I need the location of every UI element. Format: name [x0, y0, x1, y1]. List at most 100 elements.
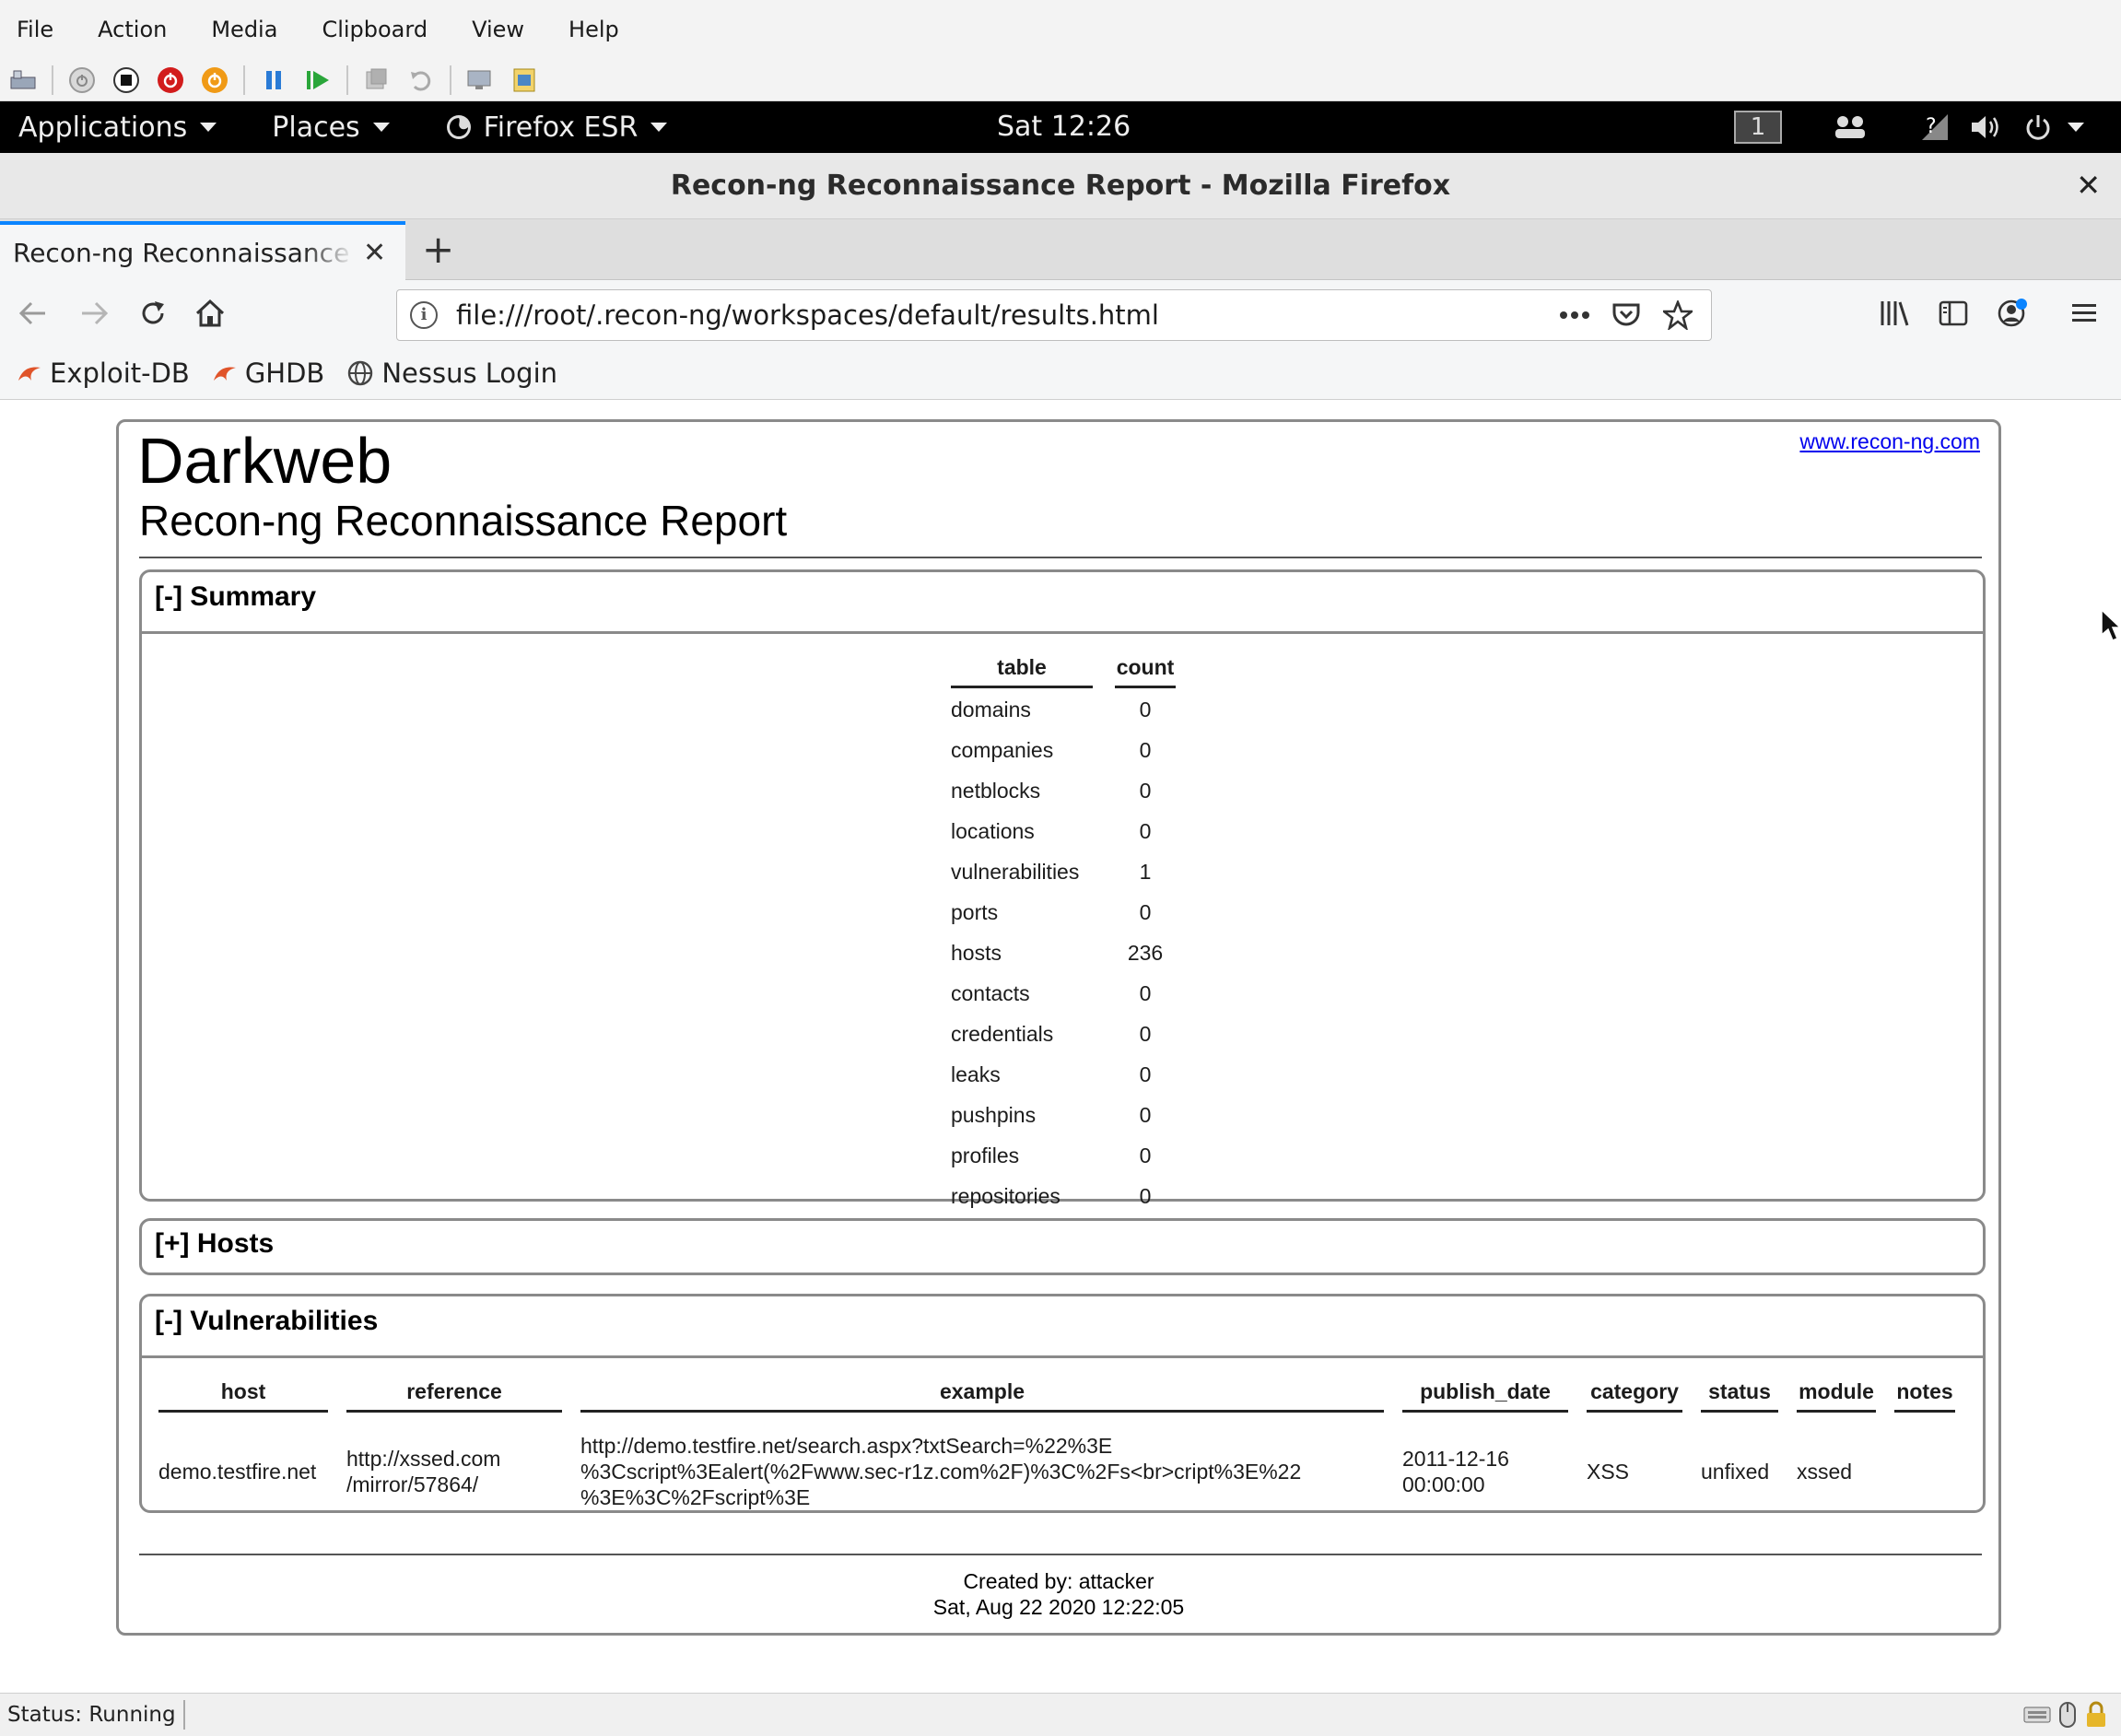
summary-toggle[interactable]: [-] Summary — [142, 572, 1983, 631]
summary-count: 0 — [1139, 1183, 1152, 1208]
table-row: hosts 236 — [951, 933, 1176, 972]
vulnerabilities-toggle[interactable]: [-] Vulnerabilities — [142, 1296, 1983, 1355]
page-content: www.recon-ng.com Darkweb Recon-ng Reconn… — [0, 401, 2121, 1693]
pause-icon[interactable] — [258, 65, 289, 96]
tab-label: Recon-ng Reconnaissance Report — [13, 237, 354, 268]
library-icon[interactable] — [1876, 295, 1913, 332]
report-title: Darkweb — [137, 425, 393, 497]
vuln-header-status: status — [1701, 1372, 1778, 1413]
volume-icon[interactable] — [1970, 112, 2003, 142]
summary-count: 0 — [1139, 737, 1152, 762]
url-bar[interactable]: i file:///root/.recon-ng/workspaces/defa… — [396, 289, 1712, 341]
pocket-icon[interactable] — [1608, 297, 1645, 334]
bookmarks-toolbar: Exploit-DB GHDB Nessus Login — [0, 346, 2121, 400]
chevron-down-icon — [650, 123, 668, 132]
new-tab-icon[interactable]: + — [422, 227, 454, 272]
info-icon[interactable]: i — [410, 301, 438, 329]
mouse-icon — [2059, 1702, 2076, 1728]
table-row: profiles 0 — [951, 1136, 1176, 1175]
summary-count: 0 — [1139, 1102, 1152, 1127]
table-row: ports 0 — [951, 893, 1176, 932]
forward-icon[interactable] — [76, 295, 112, 332]
vuln-example: http://demo.testfire.net/search.aspx?txt… — [580, 1413, 1384, 1510]
vm-status-text: Status: Running — [0, 1700, 185, 1730]
summary-count: 0 — [1139, 778, 1152, 803]
checkpoint-icon[interactable] — [361, 65, 393, 96]
summary-table-name: domains — [951, 697, 1031, 721]
vm-menu-file[interactable]: File — [11, 11, 59, 48]
url-text[interactable]: file:///root/.recon-ng/workspaces/defaul… — [456, 299, 1556, 331]
report-subtitle: Recon-ng Reconnaissance Report — [139, 497, 788, 545]
bookmark-label: GHDB — [244, 357, 325, 389]
enhanced-session-icon[interactable] — [464, 65, 496, 96]
share-icon[interactable] — [509, 65, 540, 96]
hamburger-menu-icon[interactable] — [2066, 295, 2103, 332]
toolbar-separator — [52, 65, 53, 95]
vm-menu-action[interactable]: Action — [92, 11, 172, 48]
summary-count: 0 — [1139, 697, 1152, 721]
reload-icon[interactable] — [135, 295, 171, 332]
summary-count: 0 — [1139, 1062, 1152, 1086]
vuln-notes — [1894, 1413, 1955, 1510]
vuln-time-line: 00:00:00 — [1402, 1472, 1485, 1496]
summary-table-name: ports — [951, 899, 999, 924]
vulnerabilities-table: host reference example publish_date cate… — [140, 1372, 1974, 1510]
vm-menu-view[interactable]: View — [466, 11, 530, 48]
bookmark-nessus-login[interactable]: Nessus Login — [346, 358, 557, 389]
sidebar-icon[interactable] — [1935, 295, 1972, 332]
vm-menu-clipboard[interactable]: Clipboard — [316, 11, 433, 48]
summary-table-name: contacts — [951, 980, 1030, 1005]
bookmark-label: Exploit-DB — [50, 357, 190, 389]
home-icon[interactable] — [192, 295, 229, 332]
places-menu[interactable]: Places — [272, 111, 390, 144]
firefox-app-menu[interactable]: Firefox ESR — [445, 111, 668, 144]
applications-menu[interactable]: Applications — [18, 111, 217, 144]
chevron-down-icon — [2068, 123, 2084, 132]
vm-menu-help[interactable]: Help — [563, 11, 625, 48]
revert-icon[interactable] — [405, 65, 437, 96]
vm-toolbar — [0, 59, 2121, 101]
toolbar-separator — [243, 65, 245, 95]
window-title: Recon-ng Reconnaissance Report - Mozilla… — [670, 170, 1451, 202]
summary-count: 0 — [1139, 899, 1152, 924]
turn-off-icon[interactable] — [111, 65, 142, 96]
bookmark-label: Nessus Login — [381, 357, 558, 389]
vm-menubar: File Action Media Clipboard View Help — [0, 0, 2121, 59]
summary-table-name: repositories — [951, 1183, 1060, 1208]
ctrl-alt-del-icon[interactable] — [7, 65, 39, 96]
table-row: domains 0 — [951, 690, 1176, 729]
vm-menu-media[interactable]: Media — [205, 11, 283, 48]
shutdown-icon[interactable] — [155, 65, 186, 96]
page-actions-icon[interactable] — [1556, 297, 1593, 334]
close-window-icon[interactable]: ✕ — [2076, 168, 2101, 203]
bookmark-exploit-db[interactable]: Exploit-DB — [17, 358, 190, 389]
vuln-header-category: category — [1587, 1372, 1682, 1413]
summary-table-name: leaks — [951, 1062, 1001, 1086]
bookmark-ghdb[interactable]: GHDB — [212, 357, 325, 389]
summary-table-name: profiles — [951, 1143, 1020, 1167]
bookmark-star-icon[interactable] — [1659, 297, 1696, 334]
reset-icon[interactable] — [302, 65, 334, 96]
chevron-down-icon — [372, 123, 390, 132]
kali-dragon-icon — [213, 367, 236, 381]
hosts-toggle[interactable]: [+] Hosts — [142, 1221, 1983, 1273]
toolbar-separator — [346, 65, 348, 95]
tab-recon-report[interactable]: Recon-ng Reconnaissance Report ✕ — [0, 221, 405, 280]
tab-bar: Recon-ng Reconnaissance Report ✕ + — [0, 219, 2121, 280]
created-by: Created by: attacker — [963, 1569, 1154, 1593]
summary-header-table: table — [951, 648, 1093, 688]
back-icon[interactable] — [15, 295, 52, 332]
network-question-icon[interactable]: ? — [1920, 112, 1953, 142]
people-icon[interactable] — [1834, 112, 1867, 142]
power-icon[interactable] — [2023, 112, 2084, 142]
table-row: locations 0 — [951, 812, 1176, 850]
save-state-icon[interactable] — [199, 65, 230, 96]
table-row: credentials 0 — [951, 1015, 1176, 1053]
clock[interactable]: Sat 12:26 — [997, 111, 1131, 143]
account-icon[interactable] — [1994, 295, 2031, 332]
workspace-indicator[interactable]: 1 — [1734, 111, 1782, 144]
vuln-header-notes: notes — [1894, 1372, 1955, 1413]
start-icon[interactable] — [66, 65, 98, 96]
close-tab-icon[interactable]: ✕ — [363, 237, 386, 269]
recon-ng-link[interactable]: www.recon-ng.com — [1799, 429, 1980, 454]
